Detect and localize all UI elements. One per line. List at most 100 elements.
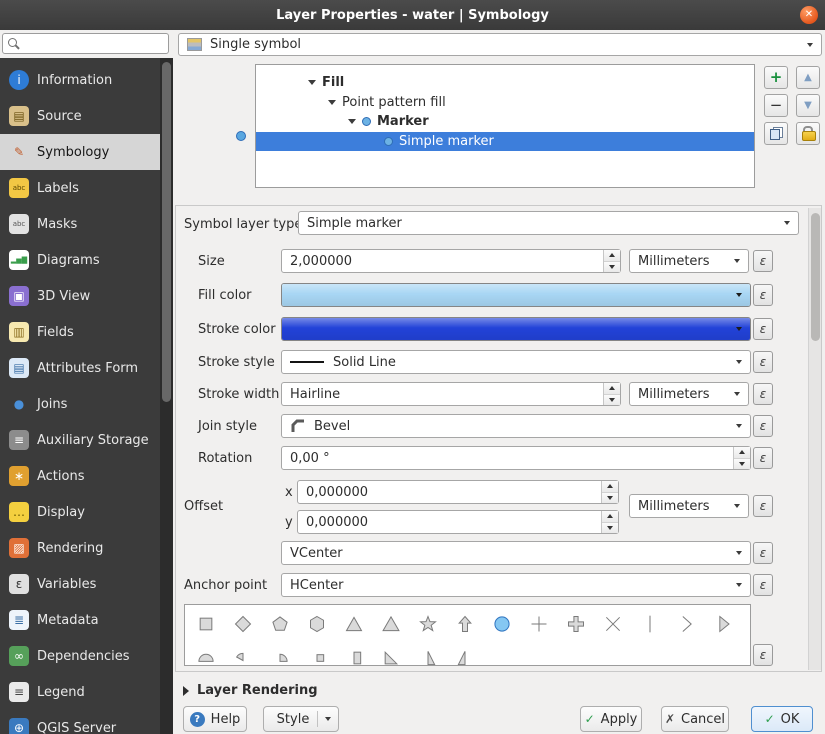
offset-unit-select[interactable]: Millimeters [629,494,749,518]
stroke-style-select[interactable]: Solid Line [281,350,751,374]
sidebar-item-source[interactable]: ▤ Source [0,98,160,134]
add-symbol-layer-button[interactable]: + [764,66,788,89]
sidebar-search[interactable] [2,33,169,54]
sidebar-item-display[interactable]: … Display [0,494,160,530]
sidebar-item-rendering[interactable]: ▨ Rendering [0,530,160,566]
symbol-node-marker[interactable]: Marker [256,112,754,132]
stroke-color-override-button[interactable]: ε [753,318,773,340]
sidebar-item-dependencies[interactable]: ∞ Dependencies [0,638,160,674]
sidebar-item-labels[interactable]: abc Labels [0,170,160,206]
sidebar-item-information[interactable]: i Information [0,62,160,98]
spin-down-button[interactable] [604,261,620,272]
join-style-override-button[interactable]: ε [753,415,773,437]
sidebar-item-actions[interactable]: ∗ Actions [0,458,160,494]
sidebar-item-attributes-form[interactable]: ▤ Attributes Form [0,350,160,386]
move-up-button[interactable]: ▲ [796,66,820,89]
shape-filled-arrowhead-icon[interactable] [705,607,742,641]
sidebar-item-fields[interactable]: ▥ Fields [0,314,160,350]
size-override-button[interactable]: ε [753,250,773,272]
shape-third-circle-icon[interactable] [224,641,261,665]
ok-button[interactable]: ✓ OK [751,706,813,732]
remove-symbol-layer-button[interactable]: − [764,94,788,117]
close-button[interactable]: ✕ [800,6,818,24]
duplicate-symbol-layer-button[interactable] [764,122,788,145]
expander-icon[interactable] [308,80,322,85]
spin-down-button[interactable] [734,458,750,469]
anchor-horizontal-override-button[interactable]: ε [753,574,773,596]
shape-arrow-icon[interactable] [446,607,483,641]
shape-hexagon-icon[interactable] [298,607,335,641]
stroke-width-unit-select[interactable]: Millimeters [629,382,749,406]
shape-right-half-triangle-icon[interactable] [409,641,446,665]
shape-diagonal-half-square-icon[interactable] [372,641,409,665]
params-scrollbar-thumb[interactable] [811,213,820,341]
cancel-button[interactable]: ✗ Cancel [661,706,729,732]
shape-cross2-icon[interactable] [594,607,631,641]
apply-button[interactable]: ✓ Apply [580,706,642,732]
sidebar-item-legend[interactable]: ≡ Legend [0,674,160,710]
sidebar-item-3d-view[interactable]: ▣ 3D View [0,278,160,314]
sidebar-item-joins[interactable]: ● Joins [0,386,160,422]
symbol-node-fill[interactable]: Fill [256,73,754,93]
lock-color-button[interactable] [796,122,820,145]
fill-color-button[interactable] [281,283,751,307]
spin-up-button[interactable] [602,481,618,493]
offset-override-button[interactable]: ε [753,495,773,517]
shape-quarter-circle-icon[interactable] [261,641,298,665]
shape-line-icon[interactable] [631,607,668,641]
rotation-input[interactable]: 0,00 ° [281,446,751,470]
sidebar-item-auxiliary-storage[interactable]: ≡ Auxiliary Storage [0,422,160,458]
shape-half-square-icon[interactable] [335,641,372,665]
rotation-override-button[interactable]: ε [753,447,773,469]
spin-down-button[interactable] [604,394,620,405]
stroke-width-input[interactable]: Hairline [281,382,621,406]
shape-triangle-icon[interactable] [335,607,372,641]
symbol-mode-select[interactable]: Single symbol [178,33,822,56]
shape-square-icon[interactable] [187,607,224,641]
stroke-width-override-button[interactable]: ε [753,383,773,405]
shape-override-button[interactable]: ε [753,644,773,666]
spin-up-button[interactable] [604,250,620,262]
params-scrollbar[interactable] [808,208,821,670]
sidebar-item-metadata[interactable]: ≣ Metadata [0,602,160,638]
sidebar-item-variables[interactable]: ε Variables [0,566,160,602]
offset-x-input[interactable]: 0,000000 [297,480,619,504]
offset-y-input[interactable]: 0,000000 [297,510,619,534]
shape-cross-fill-icon[interactable] [557,607,594,641]
sidebar-item-symbology[interactable]: ✎ Symbology [0,134,160,170]
spin-down-button[interactable] [602,492,618,503]
expander-icon[interactable] [328,100,342,105]
layer-rendering-section[interactable]: Layer Rendering [183,683,318,698]
symbol-node-point-pattern-fill[interactable]: Point pattern fill [256,93,754,113]
stroke-color-button[interactable] [281,317,751,341]
expander-icon[interactable] [348,119,362,124]
join-style-select[interactable]: Bevel [281,414,751,438]
sidebar-scrollbar[interactable] [160,58,173,734]
spin-up-button[interactable] [602,511,618,523]
shape-left-half-triangle-icon[interactable] [446,641,483,665]
shape-star-icon[interactable] [409,607,446,641]
style-button[interactable]: Style [263,706,339,732]
fill-color-override-button[interactable]: ε [753,284,773,306]
shape-semi-circle-icon[interactable] [187,641,224,665]
spin-down-button[interactable] [602,522,618,533]
stroke-style-override-button[interactable]: ε [753,351,773,373]
shape-arrowhead-icon[interactable] [668,607,705,641]
size-unit-select[interactable]: Millimeters [629,249,749,273]
shape-circle-icon[interactable] [483,607,520,641]
anchor-vertical-select[interactable]: VCenter [281,541,751,565]
symbol-node-simple-marker[interactable]: Simple marker [256,131,754,151]
size-input[interactable]: 2,000000 [281,249,621,273]
move-down-button[interactable]: ▼ [796,94,820,117]
shape-quarter-square-icon[interactable] [298,641,335,665]
shape-diamond-icon[interactable] [224,607,261,641]
shape-cross-icon[interactable] [520,607,557,641]
search-input[interactable] [24,35,154,52]
anchor-vertical-override-button[interactable]: ε [753,542,773,564]
symbol-layer-type-select[interactable]: Simple marker [298,211,799,235]
sidebar-scrollbar-thumb[interactable] [162,62,171,402]
style-dropdown-arrow-icon[interactable] [325,717,331,721]
help-button[interactable]: ? Help [183,706,247,732]
shape-pentagon-icon[interactable] [261,607,298,641]
spin-up-button[interactable] [734,447,750,459]
